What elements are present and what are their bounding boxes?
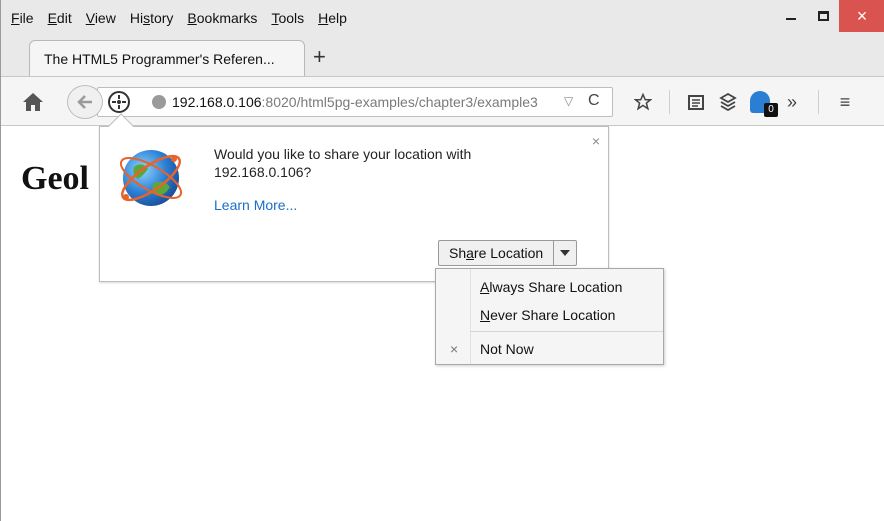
- reload-icon[interactable]: C: [588, 92, 600, 110]
- globe-icon: [152, 95, 166, 109]
- learn-more-link[interactable]: Learn More...: [214, 197, 297, 213]
- page-heading: Geol: [21, 160, 89, 197]
- globe-location-icon: [119, 150, 183, 206]
- menu-separator: [470, 331, 663, 332]
- share-options-dropdown-button[interactable]: [554, 241, 576, 265]
- menu-item-not-now[interactable]: Not Now: [480, 341, 534, 357]
- maximize-button[interactable]: [807, 0, 839, 32]
- doorhanger-close-icon[interactable]: ×: [592, 133, 600, 149]
- navigation-bar: 192.168.0.106:8020/html5pg-examples/chap…: [1, 76, 884, 126]
- site-identity-icon[interactable]: [108, 91, 130, 113]
- browser-window: File Edit View History Bookmarks Tools H…: [0, 0, 884, 521]
- menu-edit[interactable]: Edit: [48, 10, 72, 26]
- tab-title: The HTML5 Programmer's Referen...: [44, 51, 275, 67]
- pocket-icon[interactable]: [712, 89, 744, 115]
- geolocation-doorhanger: Would you like to share your location wi…: [99, 113, 609, 282]
- tab-active[interactable]: The HTML5 Programmer's Referen...: [29, 40, 305, 76]
- new-tab-button[interactable]: +: [313, 46, 326, 68]
- tab-strip: The HTML5 Programmer's Referen... +: [1, 34, 884, 76]
- bookmark-star-icon[interactable]: [627, 89, 659, 115]
- window-controls: ×: [775, 0, 884, 32]
- share-location-split-button: Share Location: [438, 240, 578, 266]
- share-options-menu: Always Share Location Never Share Locati…: [435, 268, 664, 365]
- not-now-close-icon: ×: [450, 341, 459, 357]
- menu-tools[interactable]: Tools: [271, 10, 304, 26]
- url-text[interactable]: 192.168.0.106:8020/html5pg-examples/chap…: [172, 94, 538, 110]
- chevron-down-icon: [560, 250, 571, 256]
- toolbar-separator: [669, 90, 670, 114]
- close-icon: ×: [856, 5, 868, 26]
- ghostery-icon[interactable]: 0: [744, 89, 778, 117]
- reading-list-icon[interactable]: [680, 89, 712, 115]
- menu-file[interactable]: File: [11, 10, 34, 26]
- plus-icon: +: [313, 44, 326, 69]
- menu-item-always-share[interactable]: Always Share Location: [480, 279, 622, 295]
- close-window-button[interactable]: ×: [839, 0, 884, 32]
- menu-view[interactable]: View: [86, 10, 116, 26]
- menu-item-never-share[interactable]: Never Share Location: [480, 307, 615, 323]
- menu-bar: File Edit View History Bookmarks Tools H…: [1, 0, 884, 34]
- menu-bookmarks[interactable]: Bookmarks: [187, 10, 257, 26]
- url-bar[interactable]: 192.168.0.106:8020/html5pg-examples/chap…: [97, 87, 613, 117]
- share-location-button[interactable]: Share Location: [439, 241, 555, 265]
- location-request-icon: [112, 95, 126, 109]
- doorhanger-message: Would you like to share your location wi…: [214, 146, 472, 180]
- menu-gutter: [470, 269, 471, 364]
- overflow-chevron-icon[interactable]: »: [776, 89, 808, 115]
- ghostery-badge: 0: [764, 103, 778, 117]
- maximize-icon: [817, 11, 829, 21]
- toolbar-icons: 0 » ≡: [627, 89, 861, 117]
- back-arrow-icon: [77, 95, 92, 109]
- menu-history[interactable]: History: [130, 10, 174, 26]
- toolbar-separator: [818, 90, 819, 114]
- back-button[interactable]: [67, 85, 103, 119]
- home-icon[interactable]: [21, 91, 45, 113]
- minimize-button[interactable]: [775, 0, 807, 32]
- url-dropdown-icon[interactable]: ▽: [564, 94, 573, 108]
- hamburger-menu-icon[interactable]: ≡: [829, 89, 861, 115]
- menu-help[interactable]: Help: [318, 10, 347, 26]
- minimize-icon: [786, 18, 796, 20]
